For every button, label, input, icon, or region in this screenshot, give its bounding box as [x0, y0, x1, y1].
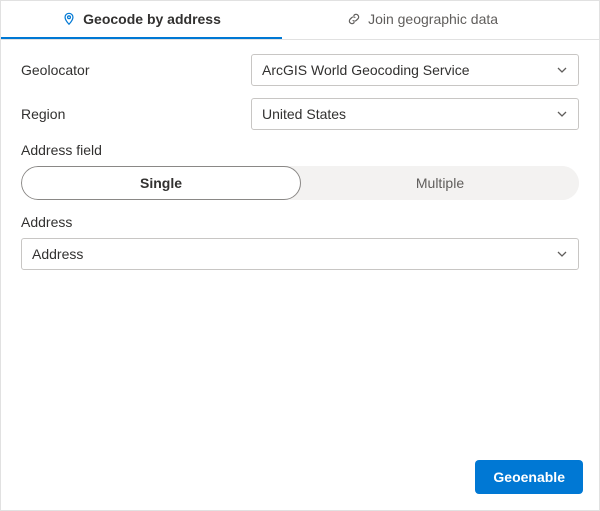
tab-label: Geocode by address [83, 11, 221, 27]
address-field-segment: Single Multiple [21, 166, 579, 200]
tab-label: Join geographic data [368, 11, 498, 27]
chevron-down-icon [556, 248, 568, 260]
segment-single[interactable]: Single [21, 166, 301, 200]
chevron-down-icon [556, 108, 568, 120]
geoenable-button[interactable]: Geoenable [475, 460, 583, 494]
geolocator-label: Geolocator [21, 62, 251, 78]
link-icon [347, 12, 361, 26]
address-field-label: Address field [21, 142, 579, 158]
geolocator-row: Geolocator ArcGIS World Geocoding Servic… [21, 54, 579, 86]
geolocator-select[interactable]: ArcGIS World Geocoding Service [251, 54, 579, 86]
address-select[interactable]: Address [21, 238, 579, 270]
region-row: Region United States [21, 98, 579, 130]
region-value: United States [262, 106, 346, 122]
form-content: Geolocator ArcGIS World Geocoding Servic… [1, 40, 599, 448]
tab-join-geographic-data[interactable]: Join geographic data [282, 1, 563, 39]
region-select[interactable]: United States [251, 98, 579, 130]
pin-icon [62, 12, 76, 26]
footer: Geoenable [1, 448, 599, 510]
tab-geocode-by-address[interactable]: Geocode by address [1, 1, 282, 39]
region-label: Region [21, 106, 251, 122]
address-label: Address [21, 214, 579, 230]
chevron-down-icon [556, 64, 568, 76]
address-value: Address [32, 246, 83, 262]
geolocator-value: ArcGIS World Geocoding Service [262, 62, 470, 78]
tab-bar: Geocode by address Join geographic data [1, 1, 599, 40]
segment-multiple[interactable]: Multiple [301, 166, 579, 200]
